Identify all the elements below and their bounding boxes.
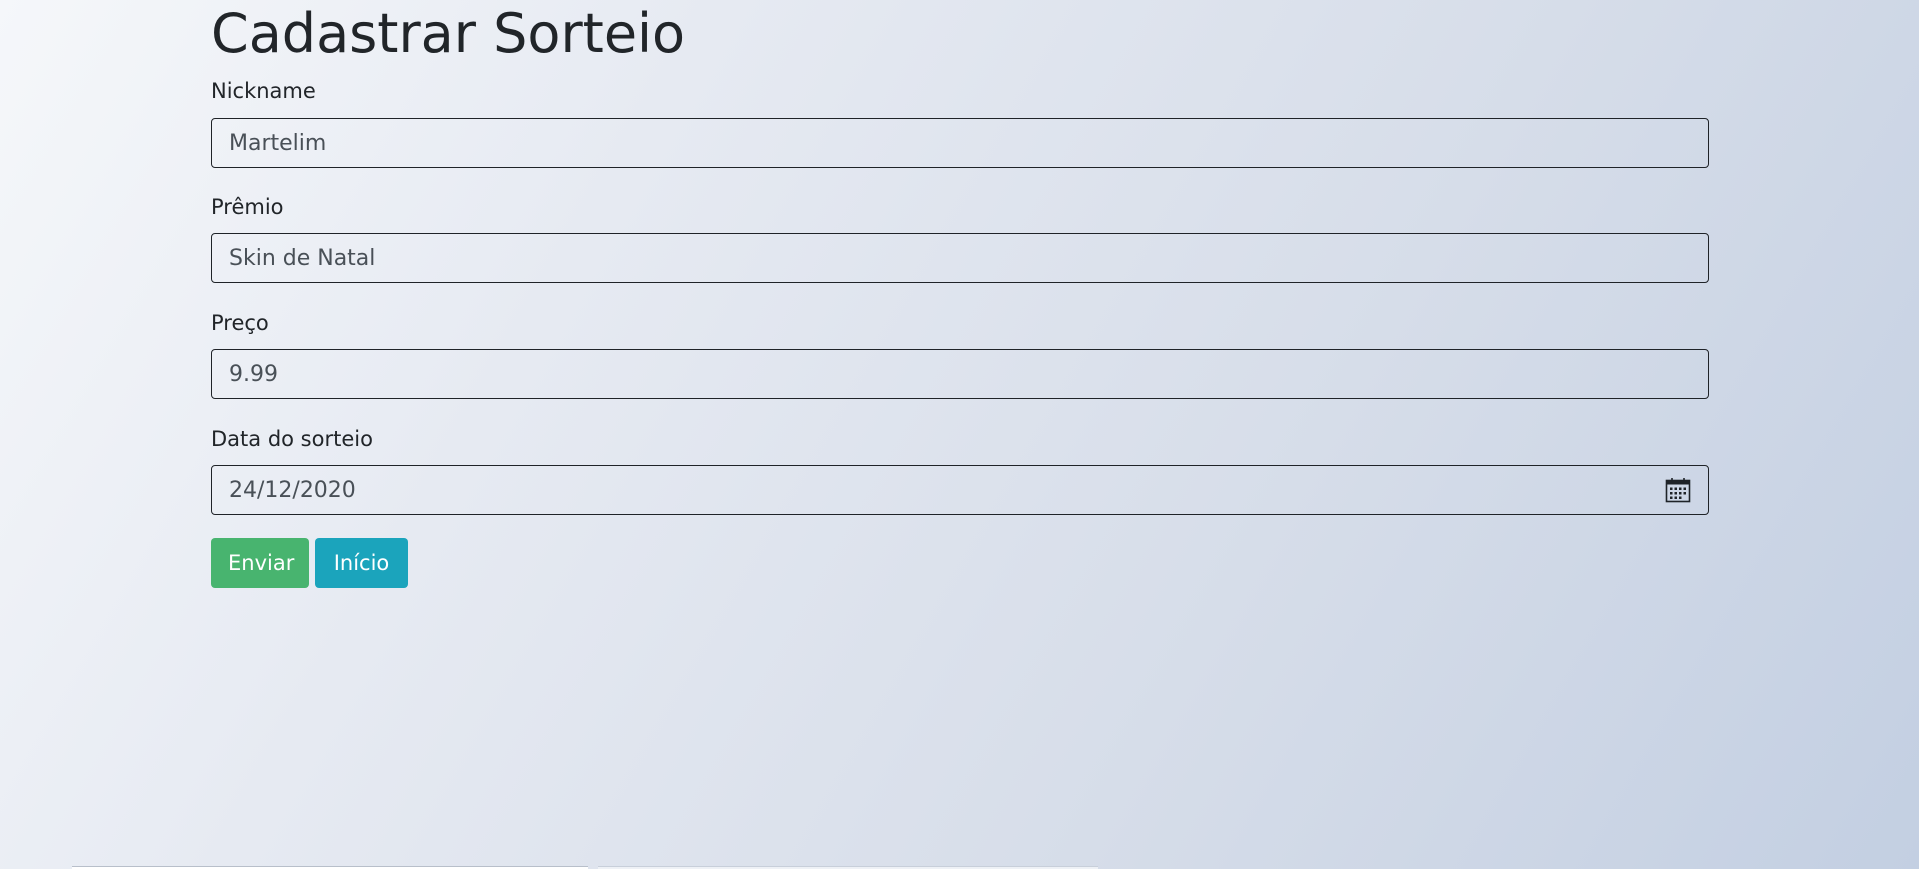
submit-button[interactable]: Enviar: [211, 538, 309, 588]
page-title: Cadastrar Sorteio: [211, 2, 686, 65]
data-sorteio-value[interactable]: 24/12/2020: [229, 478, 1665, 503]
nickname-input[interactable]: [211, 118, 1709, 168]
preco-input[interactable]: [211, 349, 1709, 399]
calendar-icon[interactable]: [1665, 477, 1691, 503]
premio-label: Prêmio: [211, 195, 284, 219]
data-sorteio-label: Data do sorteio: [211, 427, 373, 451]
premio-input[interactable]: [211, 233, 1709, 283]
data-sorteio-input[interactable]: 24/12/2020: [211, 465, 1709, 515]
nickname-label: Nickname: [211, 79, 316, 103]
preco-label: Preço: [211, 311, 269, 335]
home-button[interactable]: Início: [315, 538, 408, 588]
